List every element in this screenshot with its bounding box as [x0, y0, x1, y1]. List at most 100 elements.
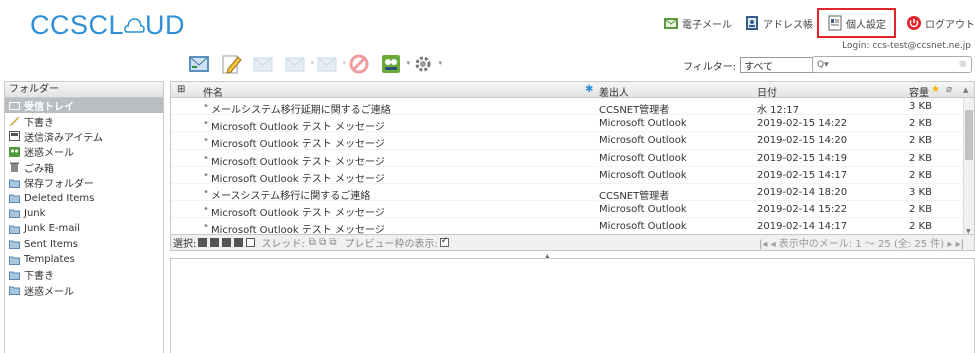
reply-button[interactable]: [252, 53, 274, 75]
nav-addressbook-button[interactable]: アドレス帳: [744, 15, 813, 31]
message-subject: Microsoft Outlook テスト メッセージ: [211, 208, 385, 220]
flag-column-icon[interactable]: ✱: [585, 84, 593, 95]
folder-item[interactable]: Deleted Items: [5, 190, 163, 205]
message-date: 2019-02-15 14:19: [757, 152, 848, 164]
message-from: Microsoft Outlook: [599, 221, 687, 233]
reply-icon: [253, 57, 273, 72]
unread-dot-icon: •: [203, 118, 209, 130]
folder-item[interactable]: Sent Items: [5, 237, 163, 252]
message-size: 2 KB: [909, 221, 932, 233]
message-list-scrollbar[interactable]: ▼: [963, 98, 974, 234]
compose-button[interactable]: [220, 53, 242, 75]
folder-label: Sent Items: [24, 238, 78, 250]
message-row[interactable]: • Microsoft Outlook テスト メッセージ Microsoft Ou…: [171, 132, 974, 150]
nav-settings-button[interactable]: 個人設定: [817, 8, 896, 38]
folder-item[interactable]: Templates: [5, 252, 163, 267]
scrollbar-thumb[interactable]: [965, 110, 973, 160]
message-row[interactable]: • Microsoft Outlook テスト メッセージ Microsoft Ou…: [171, 115, 974, 134]
folder-label: 受信トレイ: [24, 102, 74, 114]
folder-item[interactable]: 送信済みアイテム: [5, 129, 163, 144]
unread-dot-icon: •: [203, 152, 209, 164]
thread-buttons-icon[interactable]: ⧉ ⧉ ⧉: [309, 237, 337, 248]
folder-item[interactable]: Junk E-mail: [5, 221, 163, 236]
message-row[interactable]: • Microsoft Outlook テスト メッセージ Microsoft Ou…: [171, 167, 974, 185]
check-mail-button[interactable]: [188, 53, 210, 75]
column-size[interactable]: 容量: [909, 84, 929, 99]
select-none-button[interactable]: [246, 238, 256, 247]
message-from: Microsoft Outlook: [599, 169, 687, 181]
folder-item[interactable]: 保存フォルダー: [5, 175, 163, 190]
search-icon[interactable]: Q▾: [817, 60, 829, 70]
forward-button[interactable]: ▾: [316, 53, 346, 75]
select-invert-button[interactable]: [234, 238, 244, 247]
folder-list: 受信トレイ 下書き 送信済みアイテム 迷惑メール ごみ箱 保存フォルダー Deleted I…: [5, 98, 163, 298]
folder-label: Junk E-mail: [24, 223, 80, 235]
folder-item[interactable]: 下書き: [5, 113, 163, 129]
folder-panel-header: フォルダー: [5, 82, 163, 98]
reply-all-dropdown-icon[interactable]: ▾: [310, 59, 314, 67]
nav-settings-label: 個人設定: [846, 19, 886, 31]
addressbook-icon: [744, 15, 760, 31]
attachment-icon[interactable]: ⌀: [946, 84, 952, 95]
message-date: 2019-02-14 14:17: [757, 221, 848, 233]
junk-icon: [9, 146, 20, 157]
message-from: CCSNET管理者: [599, 105, 670, 116]
message-row[interactable]: • Microsoft Outlook テスト メッセージ Microsoft Ou…: [171, 201, 974, 220]
delete-button[interactable]: [348, 53, 370, 75]
forward-dropdown-icon[interactable]: ▾: [342, 59, 346, 67]
folder-icon: [9, 208, 20, 219]
settings-icon: [827, 15, 843, 31]
pager: |◂ ◂ 表示中のメール: 1 〜 25 (全: 25 件) ▸ ▸|: [759, 235, 964, 250]
message-list: ⊞ 件名 ✱ 差出人 日付 容量 ★ ⌀ ▲ • メールシステム移行延期に関するご…: [170, 81, 975, 235]
mark-dropdown-icon[interactable]: ▾: [406, 59, 410, 67]
gear-icon: [415, 56, 431, 72]
mail-toolbar: ▾ ▾ ▾ ▾: [188, 50, 444, 78]
search-clear-icon[interactable]: ⊗: [959, 59, 967, 70]
folder-item[interactable]: 下書き: [5, 267, 163, 282]
folder-icon: [9, 270, 20, 280]
folder-item[interactable]: 受信トレイ: [5, 98, 163, 114]
logo-text-start: CCSCL: [30, 10, 125, 40]
more-actions-dropdown-icon[interactable]: ▾: [438, 59, 442, 67]
message-subject: Microsoft Outlook テスト メッセージ: [211, 122, 385, 134]
filter-label: フィルター:: [683, 61, 737, 73]
message-row[interactable]: • Microsoft Outlook テスト メッセージ Microsoft Ou…: [171, 150, 974, 168]
folder-item[interactable]: Junk: [5, 206, 163, 221]
message-list-header: ⊞ 件名 ✱ 差出人 日付 容量 ★ ⌀ ▲: [171, 82, 974, 99]
pager-text: 表示中のメール: 1 〜 25 (全: 25 件): [778, 239, 945, 250]
select-all-button[interactable]: [198, 238, 208, 247]
scroll-down-icon[interactable]: ▼: [966, 228, 971, 234]
message-from: Microsoft Outlook: [599, 135, 687, 147]
nav-logout-button[interactable]: ログアウト: [906, 15, 975, 31]
message-from: Microsoft Outlook: [599, 118, 687, 130]
message-row[interactable]: • メースシステム移行に関するご連絡 CCSNET管理者 2019-02-14 18:…: [171, 184, 974, 202]
mark-button[interactable]: ▾: [380, 53, 410, 75]
first-page-icon[interactable]: |◂ ◂: [759, 239, 779, 250]
message-size: 2 KB: [909, 118, 932, 130]
message-rows: • メールシステム移行延期に関するご連絡 CCSNET管理者水 12:17 3 KB •…: [171, 98, 974, 234]
folder-item[interactable]: 迷惑メール: [5, 283, 163, 298]
select-page-button[interactable]: [210, 238, 220, 247]
message-row[interactable]: • Microsoft Outlook テスト メッセージ Microsoft Ou…: [171, 218, 974, 234]
folder-item[interactable]: ごみ箱: [5, 160, 163, 175]
message-size: 2 KB: [909, 152, 932, 164]
star-icon[interactable]: ★: [931, 84, 940, 95]
message-from: CCSNET管理者: [599, 190, 670, 202]
reply-all-button[interactable]: ▾: [284, 53, 314, 75]
nav-mail-button[interactable]: 電子メール: [663, 15, 732, 31]
next-page-icon[interactable]: ▸ ▸|: [947, 239, 964, 250]
search-input[interactable]: Q▾ ⊗: [812, 56, 972, 73]
column-subject[interactable]: 件名: [203, 84, 223, 99]
mail-icon: [663, 15, 679, 31]
more-actions-button[interactable]: ▾: [412, 53, 442, 75]
preview-checkbox[interactable]: [439, 236, 449, 247]
scroll-up-icon[interactable]: ▲: [963, 86, 968, 94]
select-unread-button[interactable]: [222, 238, 232, 247]
mark-icon: [382, 55, 400, 73]
list-options-icon[interactable]: ⊞: [177, 84, 185, 95]
folder-item[interactable]: 迷惑メール: [5, 144, 163, 159]
column-date[interactable]: 日付: [757, 84, 777, 99]
column-from[interactable]: 差出人: [599, 84, 629, 99]
message-row[interactable]: • メールシステム移行延期に関するご連絡 CCSNET管理者 水 12:17 3 KB: [171, 98, 974, 116]
preview-label: プレビュー枠の表示:: [344, 239, 438, 250]
